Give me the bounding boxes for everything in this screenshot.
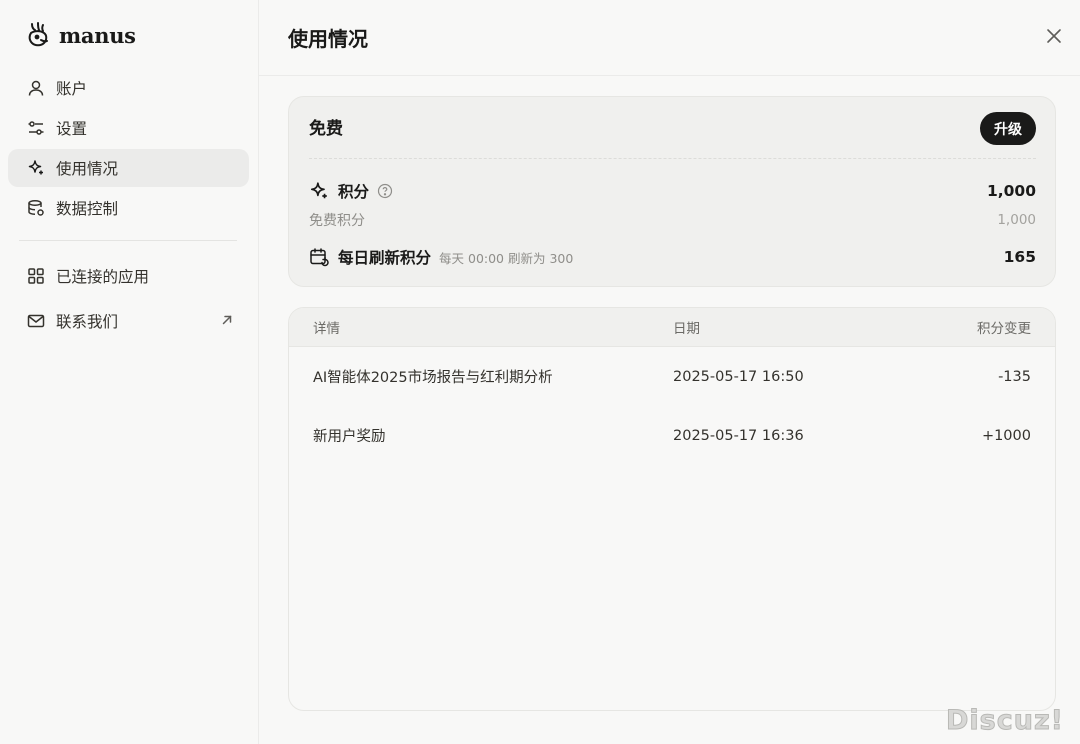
database-icon: [26, 198, 46, 218]
watermark: Discuz!: [946, 705, 1064, 737]
free-credits-row: 免费积分 1,000: [309, 210, 1036, 230]
calendar-refresh-icon: [309, 247, 329, 267]
row-date: 2025-05-17 16:50: [673, 368, 804, 385]
sliders-icon: [26, 118, 46, 138]
help-icon[interactable]: [377, 183, 393, 199]
settings-window: manus 账户 设置 使用情况 数据控制 已连接的应用 联系我们 使用情况 免…: [0, 0, 1080, 744]
close-icon: [1045, 27, 1063, 45]
sidebar-item-label: 已连接的应用: [56, 268, 150, 286]
credits-value: 1,000: [986, 182, 1036, 200]
close-button[interactable]: [1042, 24, 1066, 48]
daily-credits-value: 165: [1003, 248, 1036, 266]
credits-label: 积分: [338, 183, 370, 201]
row-detail: AI智能体2025市场报告与红利期分析: [313, 370, 553, 386]
manus-logo-icon: [27, 21, 51, 49]
mail-icon: [26, 311, 46, 331]
sidebar-item-account[interactable]: 账户: [8, 69, 249, 107]
sidebar-divider: [19, 240, 237, 241]
credits-history-table: 详情 日期 积分变更 AI智能体2025市场报告与红利期分析 2025-05-1…: [288, 307, 1056, 711]
daily-credits-row: 每日刷新积分 每天 00:00 刷新为 300 165: [309, 244, 1036, 270]
sidebar-item-label: 设置: [56, 120, 88, 138]
sidebar-item-data-controls[interactable]: 数据控制: [8, 189, 249, 227]
sidebar: manus 账户 设置 使用情况 数据控制 已连接的应用 联系我们: [0, 0, 259, 744]
grid-icon: [26, 266, 46, 286]
logo: manus: [27, 20, 136, 50]
column-header-detail: 详情: [313, 321, 340, 337]
external-link-icon: [219, 312, 235, 328]
plan-name: 免费: [309, 119, 343, 139]
brand-name: manus: [59, 22, 136, 48]
row-date: 2025-05-17 16:36: [673, 427, 804, 444]
row-credit-change: +1000: [981, 427, 1031, 444]
sidebar-item-label: 联系我们: [56, 313, 119, 331]
header: 使用情况: [259, 0, 1080, 76]
row-detail: 新用户奖励: [313, 429, 386, 445]
sparkle-icon: [309, 181, 329, 201]
main-panel: 使用情况 免费 升级 积分 1,000 免费积分 1,000 每日刷新积分 每天…: [259, 0, 1080, 744]
sidebar-item-label: 账户: [56, 80, 88, 98]
sidebar-item-label: 使用情况: [56, 160, 119, 178]
free-credits-label: 免费积分: [309, 213, 365, 229]
column-header-credit-change: 积分变更: [977, 321, 1031, 337]
plan-divider: [309, 158, 1036, 159]
table-header: 详情 日期 积分变更: [289, 308, 1055, 347]
sidebar-item-usage[interactable]: 使用情况: [8, 149, 249, 187]
sparkle-icon: [26, 158, 46, 178]
page-title: 使用情况: [288, 27, 368, 51]
sidebar-item-connected-apps[interactable]: 已连接的应用: [8, 257, 249, 295]
table-row: 新用户奖励 2025-05-17 16:36 +1000: [289, 406, 1055, 465]
sidebar-item-label: 数据控制: [56, 200, 119, 218]
plan-card: 免费 升级 积分 1,000 免费积分 1,000 每日刷新积分 每天 00:0…: [288, 96, 1056, 287]
credits-row: 积分 1,000: [309, 179, 1036, 203]
user-icon: [26, 78, 46, 98]
table-row: AI智能体2025市场报告与红利期分析 2025-05-17 16:50 -13…: [289, 347, 1055, 406]
daily-credits-note: 每天 00:00 刷新为 300: [439, 250, 574, 266]
column-header-date: 日期: [673, 321, 700, 337]
sidebar-item-settings[interactable]: 设置: [8, 109, 249, 147]
free-credits-value: 1,000: [997, 212, 1036, 228]
upgrade-button[interactable]: 升级: [980, 112, 1036, 145]
sidebar-item-contact-us[interactable]: 联系我们: [8, 302, 249, 340]
daily-credits-label: 每日刷新积分: [338, 249, 432, 267]
row-credit-change: -135: [998, 368, 1031, 385]
